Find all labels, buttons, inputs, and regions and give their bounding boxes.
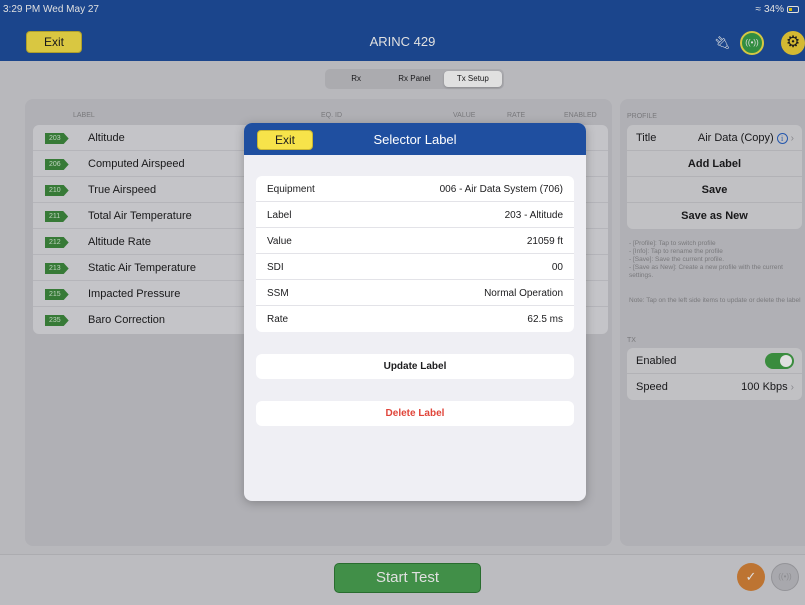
detail-value: 62.5 ms [527, 314, 563, 325]
detail-value: 203 - Altitude [504, 210, 563, 221]
detail-row-equipment[interactable]: Equipment 006 - Air Data System (706) [256, 176, 574, 202]
detail-value: Normal Operation [484, 288, 563, 299]
detail-key: SSM [267, 288, 289, 299]
detail-row-rate[interactable]: Rate 62.5 ms [256, 306, 574, 332]
detail-row-value[interactable]: Value 21059 ft [256, 228, 574, 254]
detail-key: Value [267, 236, 292, 247]
label-code-tag: 206 [45, 159, 69, 170]
detail-value: 00 [551, 262, 563, 273]
page-title: ARINC 429 [369, 34, 436, 49]
chevron-right-icon: › [790, 381, 794, 393]
label-code-tag: 235 [45, 315, 69, 326]
label-detail-card: Equipment 006 - Air Data System (706) La… [256, 176, 574, 332]
profile-title-value: Air Data (Copy) [697, 132, 774, 144]
label-name: Computed Airspeed [88, 158, 185, 170]
label-name: Static Air Temperature [88, 262, 197, 274]
profile-note-text: Note: Tap on the left side items to upda… [629, 297, 801, 304]
tx-card: Enabled Speed 100 Kbps › [627, 348, 802, 400]
label-name: Altitude [88, 132, 125, 144]
tx-speed-key: Speed [636, 381, 668, 393]
column-enabled: ENABLED [564, 112, 597, 119]
tab-segmented-control: Rx Rx Panel Tx Setup [325, 69, 504, 89]
dialog-header: Exit Selector Label [244, 123, 586, 155]
save-button[interactable]: Save [627, 177, 802, 203]
detail-row-label[interactable]: Label 203 - Altitude [256, 202, 574, 228]
label-name: Total Air Temperature [88, 210, 192, 222]
selector-label-dialog: Exit Selector Label Equipment 006 - Air … [244, 123, 586, 501]
detail-value: 006 - Air Data System (706) [439, 184, 563, 195]
label-code-tag: 212 [45, 237, 69, 248]
start-test-button[interactable]: Start Test [334, 563, 481, 593]
detail-key: Label [267, 210, 292, 221]
profile-title-row[interactable]: Title Air Data (Copy) i › [627, 125, 802, 151]
detail-row-sdi[interactable]: SDI 00 [256, 254, 574, 280]
label-name: Altitude Rate [88, 236, 151, 248]
detail-key: Equipment [267, 184, 315, 195]
delete-label-button[interactable]: Delete Label [256, 401, 574, 426]
label-code-tag: 203 [45, 133, 69, 144]
tx-caption: TX [627, 337, 636, 344]
detail-key: Rate [267, 314, 289, 325]
tx-enabled-key: Enabled [636, 355, 677, 367]
column-rate: RATE [507, 112, 526, 119]
label-code-tag: 213 [45, 263, 69, 274]
help-line: - [Profile]: Tap to switch profile [629, 240, 716, 247]
info-icon[interactable]: i [776, 132, 788, 144]
tx-speed-row[interactable]: Speed 100 Kbps › [627, 374, 802, 400]
tab-tx-setup[interactable]: Tx Setup [443, 71, 502, 87]
update-label-button[interactable]: Update Label [256, 354, 574, 379]
column-label: LABEL [73, 112, 95, 119]
tx-enabled-row: Enabled [627, 348, 802, 374]
wifi-icon: ≈ [755, 4, 761, 15]
tab-rx[interactable]: Rx [327, 71, 385, 87]
add-label-button[interactable]: Add Label [627, 151, 802, 177]
help-line: - [Save]: Save the current profile. [629, 256, 725, 263]
profile-title-value-group: Air Data (Copy) i › [698, 132, 794, 144]
label-code-tag: 215 [45, 289, 69, 300]
tx-speed-value: 100 Kbps [741, 381, 788, 393]
status-bar: 3:29 PM Wed May 27 ≈ 34% [0, 0, 805, 20]
tx-speed-value-group: 100 Kbps › [741, 381, 794, 393]
profile-title-key: Title [636, 132, 657, 144]
battery-percent: 34% [763, 4, 784, 15]
plug-icon[interactable]: 🔌︎ [714, 35, 731, 51]
clipboard-icon[interactable]: ✓ [737, 563, 765, 591]
broadcast-icon[interactable]: ((•)) [771, 563, 799, 591]
column-eq-id: EQ. ID [321, 112, 343, 119]
detail-row-ssm[interactable]: SSM Normal Operation [256, 280, 574, 306]
gear-icon[interactable]: ⚙ [781, 31, 805, 55]
help-line: - [Info]: Tap to rename the profile [629, 248, 723, 255]
label-code-tag: 210 [45, 185, 69, 196]
tx-enabled-toggle[interactable] [765, 353, 794, 369]
profile-help-text: - [Profile]: Tap to switch profile - [In… [629, 240, 801, 280]
battery-icon [787, 6, 799, 13]
status-indicators: ≈ 34% [755, 4, 799, 15]
chevron-right-icon: › [790, 132, 794, 144]
tab-rx-panel[interactable]: Rx Panel [385, 71, 443, 87]
label-code-tag: 211 [45, 211, 68, 222]
detail-value: 21059 ft [526, 236, 563, 247]
profile-card: Title Air Data (Copy) i › Add Label Save… [627, 125, 802, 229]
detail-key: SDI [267, 262, 284, 273]
label-name: Impacted Pressure [88, 288, 181, 300]
help-line: - [Save as New]: Create a new profile wi… [629, 264, 783, 279]
signal-icon[interactable]: ((•)) [740, 31, 764, 55]
label-name: Baro Correction [88, 314, 166, 326]
column-value: VALUE [453, 112, 476, 119]
label-name: True Airspeed [88, 184, 157, 196]
status-time: 3:29 PM Wed May 27 [3, 4, 99, 15]
dialog-title: Selector Label [373, 132, 457, 147]
tx-enabled-toggle-wrap [765, 353, 794, 369]
profile-caption: PROFILE [627, 113, 657, 120]
save-as-new-button[interactable]: Save as New [627, 203, 802, 229]
